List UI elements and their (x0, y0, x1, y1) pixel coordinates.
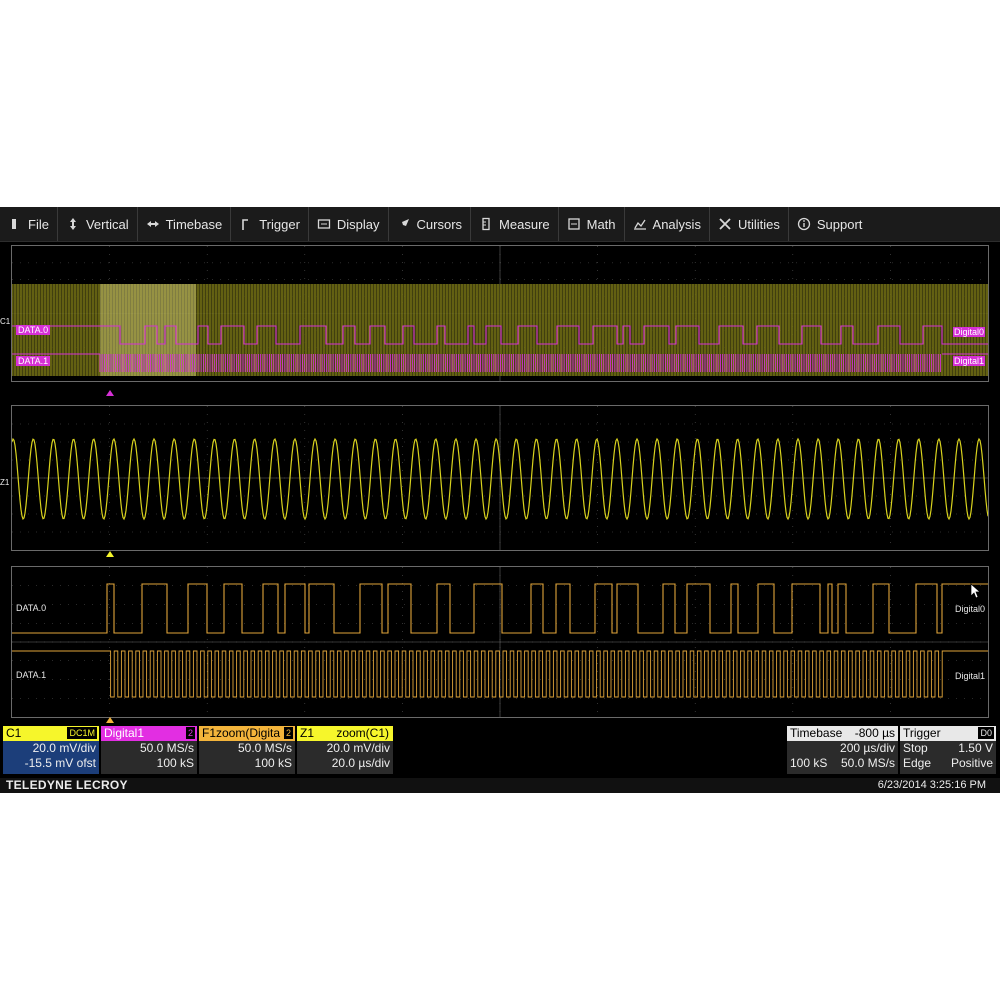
descriptor-digital1-samples: 100 kS (156, 756, 194, 770)
descriptor-trigger[interactable]: Trigger D0 Stop 1.50 V Edge Positive (900, 726, 996, 774)
utilities-icon (719, 218, 731, 230)
side-label-digital0: Digital0 (952, 327, 985, 337)
menu-math[interactable]: Math (559, 207, 625, 241)
menu-support[interactable]: Support (789, 207, 871, 241)
menu-trigger[interactable]: Trigger (231, 207, 309, 241)
zoom-side-label-digital1: Digital1 (954, 671, 985, 681)
zoom-side-label-digital0: Digital0 (954, 604, 985, 614)
descriptor-timebase-tdiv: 200 µs/div (840, 741, 895, 755)
zoom-c1-plot (12, 406, 988, 550)
descriptor-timebase-rate: 50.0 MS/s (840, 756, 895, 770)
descriptor-trigger-title: Trigger (903, 726, 941, 740)
descriptor-c1-offset: -15.5 mV ofst (24, 756, 96, 770)
descriptor-trigger-level: 1.50 V (958, 741, 993, 755)
channel-tag-c1: C1 (0, 317, 11, 326)
status-bar: TELEDYNE LECROY 6/23/2014 3:25:16 PM (0, 778, 1000, 793)
oscilloscope-screen: File Vertical Timebase Trigger Display C… (0, 207, 1000, 793)
support-icon (797, 217, 811, 231)
menu-display[interactable]: Display (309, 207, 389, 241)
graticule (12, 406, 988, 550)
grid-overview[interactable]: DATA.0 DATA.1 Digital0 Digital1 (11, 245, 989, 382)
trace-label-data1: DATA.1 (16, 356, 51, 366)
descriptor-timebase[interactable]: Timebase -800 µs 200 µs/div 100 kS 50.0 … (787, 726, 898, 774)
overview-plot (12, 246, 988, 381)
zoom-trace-label-data0: DATA.0 (16, 603, 47, 613)
trigger-marker-3 (106, 717, 114, 723)
descriptor-digital1-badge: 2 (185, 727, 195, 739)
math-icon (567, 218, 580, 230)
descriptor-f1[interactable]: F1zoom(Digita 2 50.0 MS/s 100 kS (199, 726, 295, 774)
menu-measure[interactable]: Measure (471, 207, 559, 241)
zoom-digital-plot (12, 567, 988, 717)
descriptor-z1-title: Z1 (300, 726, 315, 740)
descriptor-trigger-type: Edge (903, 756, 932, 770)
descriptor-f1-badge: 2 (283, 727, 293, 739)
descriptor-c1-title: C1 (6, 726, 22, 740)
descriptor-digital1-rate: 50.0 MS/s (139, 741, 194, 755)
brand-logo: TELEDYNE LECROY (6, 778, 128, 792)
measure-icon (482, 217, 490, 231)
menu-timebase-label: Timebase (165, 216, 223, 232)
descriptor-timebase-samples: 100 kS (790, 756, 828, 770)
analysis-icon (633, 219, 646, 230)
vertical-arrows-icon (69, 218, 76, 230)
menu-display-label: Display (336, 216, 380, 232)
descriptor-timebase-title: Timebase (790, 726, 843, 740)
descriptor-f1-samples: 100 kS (254, 756, 292, 770)
menu-file-label: File (28, 216, 49, 232)
descriptor-digital1[interactable]: Digital1 2 50.0 MS/s 100 kS (101, 726, 197, 774)
trigger-icon (242, 219, 249, 230)
descriptor-c1[interactable]: C1 DC1M 20.0 mV/div -15.5 mV ofst (3, 726, 99, 774)
descriptor-trigger-slope: Positive (950, 756, 993, 770)
trigger-marker-1 (106, 390, 114, 396)
channel-tag-z1: Z1 (0, 478, 10, 487)
datetime-stamp: 6/23/2014 3:25:16 PM (877, 779, 986, 791)
menu-cursors[interactable]: Cursors (389, 207, 472, 241)
grid-zoom-digital[interactable]: DATA.0 DATA.1 Digital0 Digital1 (11, 566, 989, 718)
descriptor-f1-title: F1zoom(Digita (202, 726, 281, 740)
menu-analysis[interactable]: Analysis (625, 207, 710, 241)
descriptor-c1-coupling: DC1M (67, 727, 97, 739)
descriptor-timebase-offset: -800 µs (854, 726, 895, 740)
side-label-digital1: Digital1 (952, 356, 985, 366)
descriptor-z1-vdiv: 20.0 mV/div (326, 741, 390, 755)
menu-support-label: Support (816, 216, 863, 232)
descriptor-z1-tdiv: 20.0 µs/div (331, 756, 390, 770)
menu-cursors-label: Cursors (416, 216, 463, 232)
display-icon (317, 219, 331, 229)
descriptor-z1[interactable]: Z1 zoom(C1) 20.0 mV/div 20.0 µs/div (297, 726, 393, 774)
cursor-icon (398, 219, 409, 229)
horizontal-arrows-icon (146, 221, 159, 227)
menu-measure-label: Measure (499, 216, 550, 232)
descriptor-bar: C1 DC1M 20.0 mV/div -15.5 mV ofst Digita… (0, 726, 1000, 776)
mouse-pointer-icon (970, 583, 981, 599)
descriptor-trigger-source: D0 (978, 727, 994, 739)
menu-file[interactable]: File (0, 207, 58, 241)
zoom-trace-label-data1: DATA.1 (16, 670, 47, 680)
menu-trigger-label: Trigger (259, 216, 300, 232)
menu-bar: File Vertical Timebase Trigger Display C… (0, 207, 1000, 242)
menu-analysis-label: Analysis (652, 216, 701, 232)
menu-utilities-label: Utilities (737, 216, 780, 232)
descriptor-c1-vdiv: 20.0 mV/div (32, 741, 96, 755)
menu-timebase[interactable]: Timebase (138, 207, 232, 241)
menu-utilities[interactable]: Utilities (710, 207, 789, 241)
descriptor-digital1-title: Digital1 (104, 726, 145, 740)
descriptor-z1-source: zoom(C1) (336, 726, 389, 740)
trigger-marker-2 (106, 551, 114, 557)
menu-vertical[interactable]: Vertical (58, 207, 138, 241)
menu-math-label: Math (586, 216, 616, 232)
menu-vertical-label: Vertical (85, 216, 129, 232)
grid-zoom-c1[interactable] (11, 405, 989, 551)
descriptor-trigger-mode: Stop (903, 741, 928, 755)
file-icon (12, 219, 16, 229)
descriptor-f1-rate: 50.0 MS/s (237, 741, 292, 755)
trace-label-data0: DATA.0 (16, 325, 51, 335)
